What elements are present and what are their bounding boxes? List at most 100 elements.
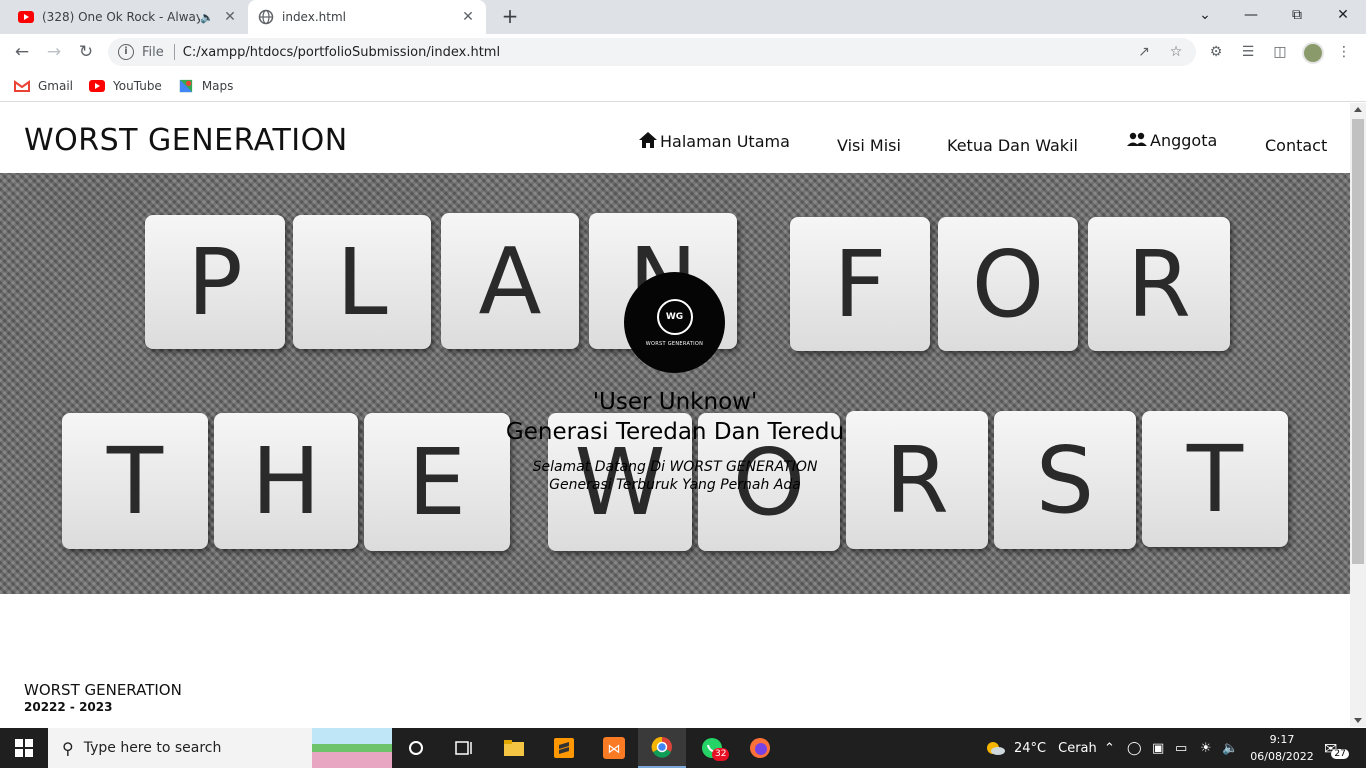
nav-visi-misi[interactable]: Visi Misi bbox=[837, 136, 901, 155]
back-button[interactable]: ← bbox=[10, 40, 34, 64]
tab-strip: (328) One Ok Rock - Always 🔈 ✕ index.htm… bbox=[0, 0, 1366, 34]
maps-icon bbox=[179, 79, 192, 92]
nav-label: Anggota bbox=[1150, 131, 1218, 150]
letter-tile: P bbox=[145, 215, 285, 349]
footer-title: WORST GENERATION bbox=[24, 681, 182, 699]
people-icon bbox=[1127, 132, 1147, 146]
address-bar[interactable]: i File C:/xampp/htdocs/portfolioSubmissi… bbox=[108, 38, 1196, 66]
extensions-icon[interactable]: ⚙ bbox=[1206, 42, 1226, 62]
windows-icon bbox=[15, 739, 33, 757]
scheme-label: File bbox=[142, 44, 164, 60]
minimize-button[interactable]: — bbox=[1228, 0, 1274, 30]
nav-label: Ketua Dan Wakil bbox=[947, 136, 1078, 155]
notifications-icon[interactable]: ✉ 27 bbox=[1324, 728, 1349, 768]
weather-temp: 24°C bbox=[1014, 740, 1047, 756]
footer-years: 20222 - 2023 bbox=[24, 700, 113, 714]
scrollbar-thumb[interactable] bbox=[1352, 119, 1364, 564]
whatsapp-badge: 32 bbox=[712, 748, 730, 761]
bookmark-gmail[interactable]: Gmail bbox=[14, 79, 73, 93]
bookmark-youtube[interactable]: YouTube bbox=[89, 79, 162, 93]
gmail-icon bbox=[14, 79, 30, 92]
hero-banner: P L A N F O R T H E W O R S T WG WORST G… bbox=[0, 173, 1350, 594]
nav-label: Contact bbox=[1265, 136, 1328, 155]
volume-icon[interactable]: 🔈 bbox=[1222, 728, 1238, 768]
youtube-icon bbox=[18, 9, 34, 25]
restore-button[interactable]: ⧉ bbox=[1274, 0, 1320, 30]
tab-title: (328) One Ok Rock - Always bbox=[42, 10, 201, 24]
worst-generation-logo: WG WORST GENERATION bbox=[624, 272, 725, 373]
xampp-icon[interactable]: ⋈ bbox=[590, 728, 638, 768]
info-icon[interactable]: i bbox=[118, 44, 134, 60]
site-header: WORST GENERATION Halaman Utama Visi Misi… bbox=[0, 103, 1350, 173]
share-icon[interactable]: ↗ bbox=[1134, 42, 1154, 62]
start-button[interactable] bbox=[0, 728, 48, 768]
clock-date: 06/08/2022 bbox=[1250, 750, 1314, 763]
letter-tile: R bbox=[1088, 217, 1230, 351]
nav-contact[interactable]: Contact bbox=[1265, 136, 1327, 155]
letter-tile: L bbox=[293, 215, 431, 349]
show-hidden-icons[interactable]: ⌃ bbox=[1104, 728, 1115, 768]
bookmarks-bar: Gmail YouTube Maps bbox=[0, 70, 1366, 102]
tab-search-icon[interactable]: ⌄ bbox=[1182, 0, 1228, 30]
letter-tile: O bbox=[938, 217, 1078, 351]
notification-count: 27 bbox=[1331, 749, 1349, 759]
firefox-icon[interactable] bbox=[736, 728, 784, 768]
tab-index[interactable]: index.html ✕ bbox=[248, 0, 486, 34]
sublime-text-icon[interactable] bbox=[540, 728, 588, 768]
divider bbox=[173, 44, 175, 60]
weather-icon bbox=[987, 742, 1005, 755]
nav-label: Halaman Utama bbox=[660, 132, 790, 151]
hero-tagline: Generasi Teredan Dan Teredu bbox=[505, 419, 845, 445]
side-panel-icon[interactable]: ◫ bbox=[1270, 42, 1290, 62]
bookmark-label: Gmail bbox=[38, 78, 74, 93]
tab-youtube[interactable]: (328) One Ok Rock - Always 🔈 ✕ bbox=[8, 0, 248, 34]
nav-halaman-utama[interactable]: Halaman Utama bbox=[638, 131, 790, 151]
file-explorer-icon[interactable] bbox=[490, 728, 538, 768]
meet-now-icon[interactable]: ◯ bbox=[1127, 728, 1142, 768]
windows-taskbar: ⚲ Type here to search ⋈ 32 24°C Cerah ⌃ … bbox=[0, 728, 1366, 768]
menu-icon[interactable]: ⋮ bbox=[1334, 42, 1354, 62]
tab-title: index.html bbox=[282, 10, 346, 24]
nav-anggota[interactable]: Anggota bbox=[1126, 131, 1218, 150]
battery-icon[interactable]: ▭ bbox=[1175, 728, 1187, 768]
url-text[interactable]: C:/xampp/htdocs/portfolioSubmission/inde… bbox=[183, 45, 500, 60]
cortana-icon[interactable] bbox=[392, 728, 440, 768]
site-brand[interactable]: WORST GENERATION bbox=[24, 123, 348, 158]
profile-avatar[interactable] bbox=[1302, 42, 1324, 64]
close-tab-icon[interactable]: ✕ bbox=[460, 9, 476, 25]
web-page: WORST GENERATION Halaman Utama Visi Misi… bbox=[0, 103, 1350, 727]
wifi-icon[interactable]: ☀ bbox=[1200, 728, 1212, 768]
task-view-icon[interactable] bbox=[440, 728, 488, 768]
bookmark-label: YouTube bbox=[113, 78, 162, 93]
letter-tile: F bbox=[790, 217, 930, 351]
browser-toolbar: ← → ↻ i File C:/xampp/htdocs/portfolioSu… bbox=[0, 34, 1366, 70]
forward-button[interactable]: → bbox=[42, 40, 66, 64]
scroll-up-icon[interactable] bbox=[1354, 107, 1362, 112]
search-placeholder: Type here to search bbox=[83, 740, 222, 756]
bookmark-maps[interactable]: Maps bbox=[178, 79, 233, 93]
camera-icon[interactable]: ▣ bbox=[1152, 728, 1164, 768]
clock-time: 9:17 bbox=[1269, 733, 1295, 746]
nav-ketua-dan-wakil[interactable]: Ketua Dan Wakil bbox=[947, 136, 1078, 155]
scroll-down-icon[interactable] bbox=[1354, 718, 1362, 723]
svg-text:⋈: ⋈ bbox=[608, 742, 621, 757]
whatsapp-icon[interactable]: 32 bbox=[688, 728, 736, 768]
media-control-icon[interactable]: ☰ bbox=[1238, 42, 1258, 62]
bookmark-star-icon[interactable]: ☆ bbox=[1166, 42, 1186, 62]
logo-emblem: WG bbox=[656, 298, 693, 335]
speaker-icon[interactable]: 🔈 bbox=[200, 11, 214, 24]
nav-label: Visi Misi bbox=[837, 136, 901, 155]
close-window-button[interactable]: ✕ bbox=[1320, 0, 1366, 30]
close-tab-icon[interactable]: ✕ bbox=[222, 9, 238, 25]
reload-button[interactable]: ↻ bbox=[74, 40, 98, 64]
chrome-icon[interactable] bbox=[638, 728, 686, 768]
page-scrollbar[interactable] bbox=[1350, 103, 1366, 727]
system-clock[interactable]: 9:17 06/08/2022 bbox=[1246, 731, 1318, 765]
taskbar-search[interactable]: ⚲ Type here to search bbox=[48, 728, 392, 768]
logo-caption: WORST GENERATION bbox=[645, 340, 704, 347]
weather-widget[interactable]: 24°C Cerah bbox=[984, 728, 1097, 768]
new-tab-button[interactable]: + bbox=[498, 5, 522, 29]
letter-tile: A bbox=[441, 213, 579, 349]
home-icon bbox=[639, 132, 657, 148]
search-icon: ⚲ bbox=[62, 738, 74, 758]
